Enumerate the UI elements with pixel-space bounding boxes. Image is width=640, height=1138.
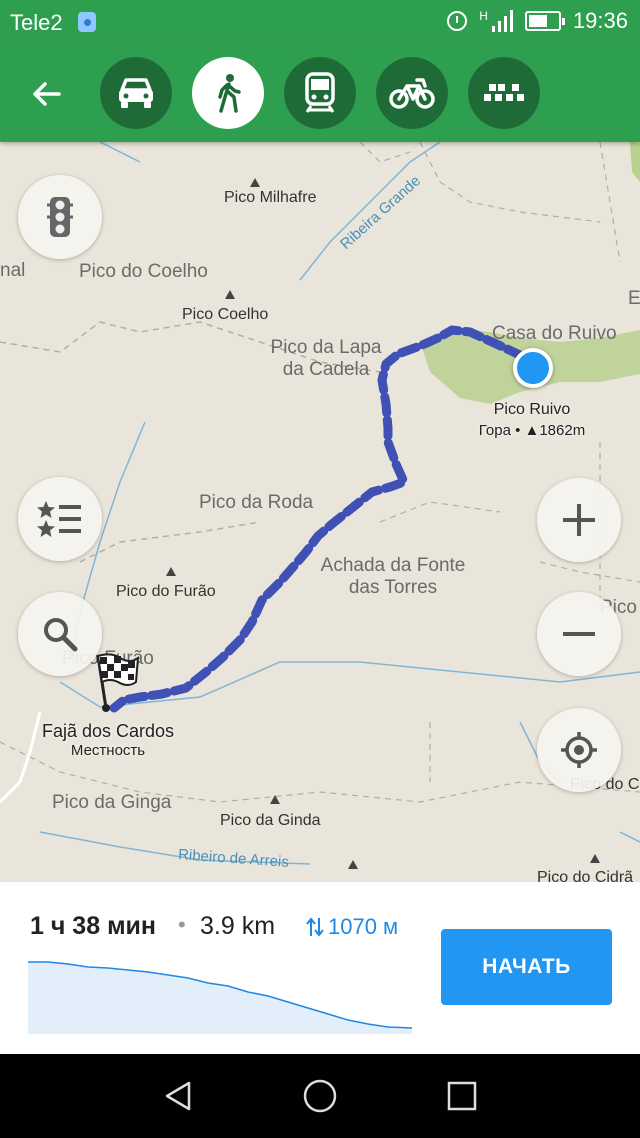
route-distance: 3.9 km	[200, 912, 276, 940]
current-position-marker[interactable]	[513, 348, 553, 388]
start-place-type: Гора • ▲1862m	[478, 422, 586, 439]
plus-icon	[563, 504, 595, 536]
map-label: nal	[0, 260, 26, 281]
search-button[interactable]	[18, 592, 102, 676]
map-label: Pico da Ginda	[220, 812, 321, 829]
location-icon	[78, 12, 96, 32]
map-label: Pico Coelho	[182, 306, 269, 323]
route-elevation: 1070 м	[328, 914, 399, 939]
map-label: Pico da Ginga	[52, 792, 172, 813]
peak-icon	[166, 567, 176, 576]
peak-icon	[225, 290, 235, 299]
network-type: H	[479, 9, 488, 23]
traffic-button[interactable]	[18, 175, 102, 259]
map-label: Pico do Cidrã	[537, 869, 634, 882]
minus-icon	[563, 632, 595, 636]
search-icon	[44, 618, 78, 652]
map-label: Pico da Lapa da Cadela	[270, 337, 382, 380]
map-view[interactable]: Pico Milhafre Ribeira Grande nal Pico do…	[0, 142, 640, 882]
bookmarks-button[interactable]	[18, 477, 102, 561]
zoom-in-button[interactable]	[537, 478, 621, 562]
map-label: E	[628, 288, 640, 309]
peak-icon	[348, 860, 358, 869]
carrier-name: Tele2	[10, 10, 63, 35]
route-summary-panel: 1 ч 38 мин • 3.9 km 1070 м НАЧАТЬ	[0, 882, 640, 1054]
route-time: 1 ч 38 мин	[30, 912, 157, 940]
map-label: Pico Milhafre	[224, 189, 317, 206]
mode-bicycle-button[interactable]	[376, 57, 448, 129]
mode-transit-button[interactable]	[284, 57, 356, 129]
back-button[interactable]	[22, 69, 72, 119]
nav-home-button[interactable]	[298, 1074, 342, 1118]
my-position-button[interactable]	[537, 708, 621, 792]
nav-back-icon	[165, 1081, 191, 1111]
taxi-icon	[484, 84, 524, 101]
peak-icon	[270, 795, 280, 804]
bicycle-icon	[389, 78, 435, 109]
mode-car-button[interactable]	[100, 57, 172, 129]
clock: 19:36	[572, 8, 628, 33]
walking-icon	[218, 74, 241, 113]
map-label: Pico do Furão	[116, 583, 216, 600]
map-label: Pico da Roda	[199, 492, 314, 513]
separator: •	[178, 912, 186, 937]
nav-recents-icon	[447, 1081, 477, 1111]
system-nav-bar	[0, 1054, 640, 1138]
map-label: Casa do Ruivo	[492, 323, 617, 344]
map-label: Pico do Coelho	[79, 261, 208, 282]
status-bar: Tele2 H 19:36	[0, 0, 640, 44]
map-label: Achada da Fonte das Torres	[320, 555, 466, 598]
car-icon	[119, 78, 153, 108]
elevation-arrows-icon	[306, 917, 324, 937]
battery-icon	[524, 11, 565, 31]
destination-place-name: Fajã dos Cardos	[41, 721, 175, 741]
destination-place-type: Местность	[70, 742, 146, 759]
alarm-icon	[447, 11, 468, 31]
my-location-icon	[561, 732, 597, 768]
arrow-left-icon	[33, 82, 61, 106]
signal-icon	[491, 10, 513, 32]
start-place-name: Pico Ruivo	[493, 401, 571, 418]
peak-icon	[590, 854, 600, 863]
nav-home-icon	[303, 1079, 337, 1113]
nav-back-button[interactable]	[156, 1074, 200, 1118]
elevation-info: 1070 м	[306, 914, 398, 940]
traffic-light-icon	[47, 197, 73, 237]
finish-flag-icon[interactable]	[92, 652, 142, 714]
mode-pedestrian-button[interactable]	[192, 57, 264, 129]
train-icon	[305, 72, 335, 113]
elevation-profile-chart	[28, 961, 412, 1034]
mode-taxi-button[interactable]	[468, 57, 540, 129]
nav-recents-button[interactable]	[440, 1074, 484, 1118]
bookmarks-list-icon	[37, 501, 81, 537]
peak-icon	[250, 178, 260, 187]
zoom-out-button[interactable]	[537, 592, 621, 676]
routing-toolbar	[0, 44, 640, 142]
start-navigation-button[interactable]: НАЧАТЬ	[441, 929, 612, 1005]
